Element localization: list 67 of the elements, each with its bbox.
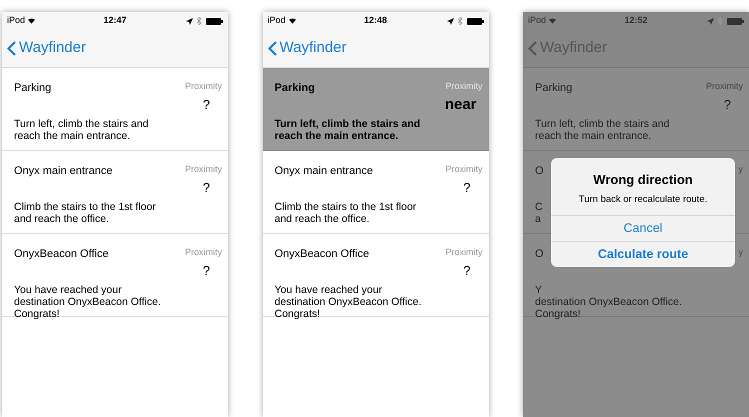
- clock-label: 12:52: [624, 14, 648, 28]
- location-arrow-icon: [707, 18, 714, 24]
- proximity-label: y: [738, 163, 743, 176]
- location-arrow-icon: [446, 18, 454, 24]
- step-instructions: Turn left, climb the stairs and reach the main entrance.: [274, 118, 420, 142]
- step-title: Onyx main entrance: [274, 164, 373, 179]
- wifi-icon: [28, 18, 36, 24]
- alert-button[interactable]: Cancel: [551, 214, 735, 241]
- step-title: OnyxBeacon Office: [274, 247, 370, 262]
- proximity-label: y: [738, 246, 743, 259]
- proximity-label: Proximity: [445, 163, 482, 176]
- chevron-left-icon: [528, 41, 537, 56]
- route-step-row[interactable]: Onyx main entrance Proximity ? Climb the stairs to the 1st floor and reach the office.: [262, 151, 488, 234]
- route-step-row[interactable]: OnyxBeacon Office Proximity ? You have reached your destination OnyxBeacon Office. Congrats!: [262, 234, 488, 317]
- proximity-value: near: [444, 96, 476, 114]
- proximity-value: ?: [202, 262, 210, 280]
- clock-label: 12:48: [364, 14, 388, 28]
- proximity-label: Proximity: [184, 163, 222, 176]
- route-step-row[interactable]: Parking Proximity ? Turn left, climb the stairs and reach the main entrance.: [2, 68, 228, 151]
- alert-title: Wrong direction: [592, 171, 694, 189]
- bluetooth-icon: [197, 17, 202, 25]
- step-instructions: Climb the stairs to the 1st floor and reach the office.: [274, 200, 416, 224]
- proximity-value: ?: [463, 178, 470, 196]
- proximity-label: Proximity: [706, 80, 743, 93]
- step-instructions: You have reached your destination OnyxBeacon Office. Congrats!: [274, 284, 422, 320]
- step-instructions: You have reached your destination OnyxBeacon Office. Congrats!: [14, 284, 161, 320]
- route-step-row[interactable]: Parking Proximity ? Turn left, climb the stairs and reach the main entrance.: [523, 68, 749, 151]
- step-title: O: [535, 247, 544, 262]
- proximity-label: Proximity: [184, 246, 222, 259]
- wifi-icon: [549, 18, 556, 24]
- proximity-value: ?: [202, 178, 210, 196]
- step-title: Parking: [535, 81, 572, 96]
- chevron-left-icon: [7, 41, 16, 56]
- route-step-row[interactable]: OnyxBeacon Office Proximity ? You have reached your destination OnyxBeacon Office. Congrats!: [2, 234, 228, 317]
- step-title: O: [535, 164, 544, 179]
- proximity-value: ?: [463, 262, 470, 280]
- back-button[interactable]: Wayfinder: [268, 37, 346, 60]
- route-step-row[interactable]: Onyx main entrance Proximity ? Climb the stairs to the 1st floor and reach the office.: [2, 151, 228, 234]
- proximity-value: ?: [724, 96, 731, 114]
- step-instructions: C a: [535, 200, 543, 224]
- route-step-row[interactable]: Parking Proximity near Turn left, climb the stairs and reach the main entrance.: [262, 68, 488, 151]
- carrier-label: iPod: [268, 14, 286, 28]
- step-title: OnyxBeacon Office: [14, 247, 109, 262]
- step-title: Parking: [14, 81, 52, 96]
- step-title: Parking: [274, 81, 315, 96]
- step-title: Onyx main entrance: [14, 164, 112, 179]
- proximity-label: Proximity: [184, 80, 222, 93]
- alert-button[interactable]: Calculate route: [551, 240, 735, 267]
- proximity-value: ?: [202, 96, 210, 114]
- battery-icon: [727, 18, 744, 24]
- proximity-label: Proximity: [445, 80, 482, 93]
- step-instructions: Y destination OnyxBeacon Office. Congrats!: [535, 284, 682, 320]
- proximity-label: Proximity: [445, 246, 482, 259]
- wifi-icon: [288, 18, 296, 24]
- step-instructions: Turn left, climb the stairs and reach the main entrance.: [535, 118, 670, 142]
- battery-icon: [206, 18, 223, 24]
- alert-message: Turn back or recalculate route.: [578, 192, 708, 206]
- bluetooth-icon: [458, 17, 462, 25]
- clock-label: 12:47: [103, 14, 127, 28]
- step-instructions: Turn left, climb the stairs and reach the main entrance.: [14, 118, 148, 142]
- carrier-label: iPod: [528, 14, 546, 28]
- carrier-label: iPod: [7, 14, 26, 28]
- location-arrow-icon: [186, 18, 193, 24]
- back-button[interactable]: Wayfinder: [7, 37, 86, 60]
- chevron-left-icon: [268, 41, 276, 56]
- step-instructions: Climb the stairs to the 1st floor and reach the office.: [14, 200, 156, 224]
- battery-icon: [466, 18, 484, 24]
